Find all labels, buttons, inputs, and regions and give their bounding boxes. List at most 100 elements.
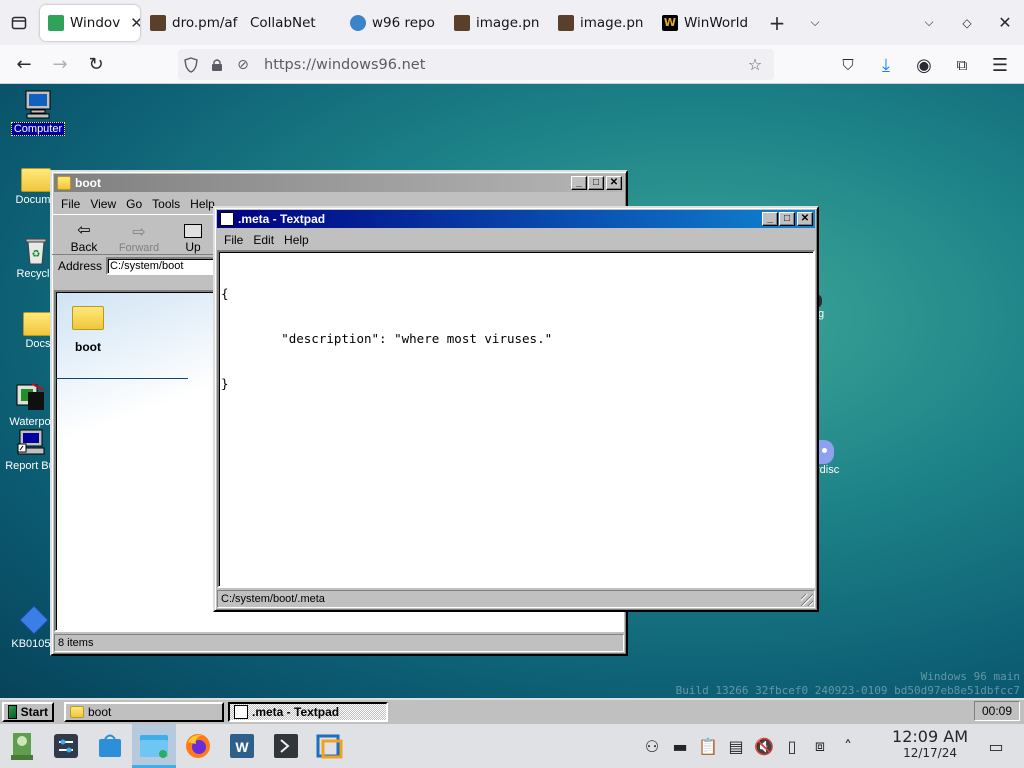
terminal-button[interactable] — [264, 724, 308, 768]
virtualbox-icon — [316, 734, 343, 759]
pocket-button[interactable]: ⛉ — [830, 49, 866, 81]
puzzle-icon: ⧉ — [956, 56, 968, 74]
firefox-button[interactable] — [176, 724, 220, 768]
extensions-button[interactable]: ⧉ — [944, 49, 980, 81]
tab-label: image.pn — [476, 14, 540, 31]
bookmark-star-icon[interactable]: ☆ — [742, 55, 768, 74]
menu-view[interactable]: View — [85, 197, 121, 211]
desktop-icon-computer[interactable]: Computer — [0, 88, 76, 139]
w96-desktop[interactable]: Computer Docume ♻ Recycle Docs Waterpo R… — [0, 84, 1024, 698]
clock-time: 12:09 AM — [892, 727, 968, 746]
arrow-right-icon: ⇨ — [132, 224, 146, 241]
start-button[interactable]: Start — [2, 702, 54, 722]
start-logo-icon — [8, 705, 17, 719]
close-icon: ✕ — [998, 13, 1012, 32]
discover-button[interactable] — [88, 724, 132, 768]
new-tab-button[interactable]: + — [758, 1, 796, 45]
menu-button[interactable]: ☰ — [982, 49, 1018, 81]
close-button[interactable]: ✕ — [797, 212, 813, 226]
maximize-button[interactable]: □ — [588, 176, 604, 190]
forward-button[interactable]: → — [42, 48, 78, 80]
menu-file[interactable]: File — [219, 233, 248, 247]
minimize-button[interactable]: _ — [762, 212, 778, 226]
file-item-boot[interactable]: boot — [66, 306, 110, 354]
tracking-blocked-icon[interactable]: ⊘ — [230, 57, 256, 73]
maximize-browser-button[interactable]: ◇ — [948, 1, 986, 45]
back-button[interactable]: ⇦ Back — [58, 222, 110, 254]
file-manager-button[interactable] — [132, 724, 176, 768]
taskbar-clock[interactable]: 00:09 — [974, 701, 1020, 721]
store-icon — [99, 734, 121, 757]
file-path: C:/system/boot/.meta — [221, 593, 325, 605]
network-sharing-icon[interactable]: ⚇ — [638, 737, 666, 756]
lock-icon[interactable] — [204, 58, 230, 72]
list-tabs-button[interactable]: ⌵ — [796, 1, 834, 45]
account-icon: ◉ — [916, 54, 932, 76]
notes-icon[interactable]: ▤ — [722, 737, 750, 756]
system-settings-button[interactable] — [44, 724, 88, 768]
virtualbox-button[interactable] — [308, 724, 352, 768]
chevron-up-icon[interactable]: ˄ — [834, 737, 862, 756]
terminal-icon — [274, 734, 298, 758]
up-button[interactable]: Up — [168, 224, 218, 254]
text-editor[interactable]: { "description": "where most viruses." } — [217, 250, 815, 588]
explorer-titlebar[interactable]: boot _ □ ✕ — [54, 174, 624, 192]
browser-tab-6[interactable]: W WinWorld — [654, 5, 758, 41]
url-text[interactable]: https://windows96.net — [264, 57, 742, 73]
network-icon[interactable]: ⧈ — [806, 736, 834, 756]
menu-go[interactable]: Go — [121, 197, 147, 211]
battery-icon[interactable]: ▯ — [778, 737, 806, 756]
notepad-icon — [220, 212, 234, 226]
menu-file[interactable]: File — [56, 197, 85, 211]
panel-clock[interactable]: 12:09 AM 12/17/24 — [892, 728, 968, 761]
reload-button[interactable]: ↻ — [78, 48, 114, 80]
url-bar[interactable]: ⊘ https://windows96.net ☆ — [178, 49, 774, 80]
kde-panel: W ⚇ ▬ 📋 ▤ 🔇 ▯ ⧈ ˄ ▭ 12:09 AM 12/17/24 — [0, 724, 1024, 768]
menu-help[interactable]: Help — [279, 233, 314, 247]
browser-tab-5[interactable]: image.pn — [550, 5, 654, 41]
resize-grip-icon[interactable] — [801, 594, 813, 606]
back-button[interactable]: ← — [6, 48, 42, 80]
close-browser-button[interactable]: ✕ — [986, 1, 1024, 45]
notepad-icon — [234, 705, 248, 719]
reload-icon: ↻ — [88, 53, 104, 75]
folder-icon — [72, 306, 104, 330]
browser-tab-3[interactable]: w96 repo — [342, 5, 446, 41]
shield-icon[interactable] — [178, 56, 204, 73]
taskbar-task-textpad[interactable]: .meta - Textpad — [228, 702, 388, 722]
computer-icon — [22, 88, 54, 120]
forward-button[interactable]: ⇨ Forward — [110, 224, 168, 254]
close-button[interactable]: ✕ — [606, 176, 622, 190]
close-tab-icon[interactable]: ✕ — [130, 14, 140, 32]
taskbar-task-boot[interactable]: boot — [64, 702, 224, 722]
browser-tab-0[interactable]: Windov ✕ — [40, 4, 140, 41]
minimize-button[interactable]: _ — [571, 176, 587, 190]
diamond-icon — [18, 604, 50, 636]
tab-overview-icon — [11, 16, 27, 29]
forward-label: Forward — [118, 242, 160, 254]
folder-icon — [21, 168, 51, 192]
account-button[interactable]: ◉ — [906, 49, 942, 81]
menu-edit[interactable]: Edit — [248, 233, 279, 247]
textpad-window[interactable]: .meta - Textpad _ □ ✕ File Edit Help { "… — [213, 206, 819, 612]
browser-tab-2[interactable]: CollabNet — [242, 5, 342, 41]
minimize-browser-button[interactable]: ⌵ — [910, 1, 948, 45]
tab-label: CollabNet — [250, 14, 316, 31]
build-watermark: Windows 96 main Build 13266 32fbcef0 240… — [676, 670, 1020, 698]
browser-tab-4[interactable]: image.pn — [446, 5, 550, 41]
browser-tab-1[interactable]: dro.pm/af — [142, 5, 242, 41]
arrow-left-icon: ← — [16, 53, 32, 75]
display-icon[interactable]: ▬ — [666, 737, 694, 756]
textpad-titlebar[interactable]: .meta - Textpad _ □ ✕ — [217, 210, 815, 228]
maximize-button[interactable]: □ — [779, 212, 795, 226]
downloads-button[interactable]: ⤓ — [868, 49, 904, 81]
volume-muted-icon[interactable]: 🔇 — [750, 737, 778, 756]
clipboard-icon[interactable]: 📋 — [694, 737, 722, 756]
menu-tools[interactable]: Tools — [147, 197, 185, 211]
show-desktop-icon[interactable]: ▭ — [982, 737, 1010, 756]
globe-icon — [350, 14, 366, 31]
app-launcher-button[interactable] — [0, 724, 44, 768]
writer-button[interactable]: W — [220, 724, 264, 768]
clock-date: 12/17/24 — [903, 746, 957, 760]
tab-overview-button[interactable] — [0, 1, 38, 45]
